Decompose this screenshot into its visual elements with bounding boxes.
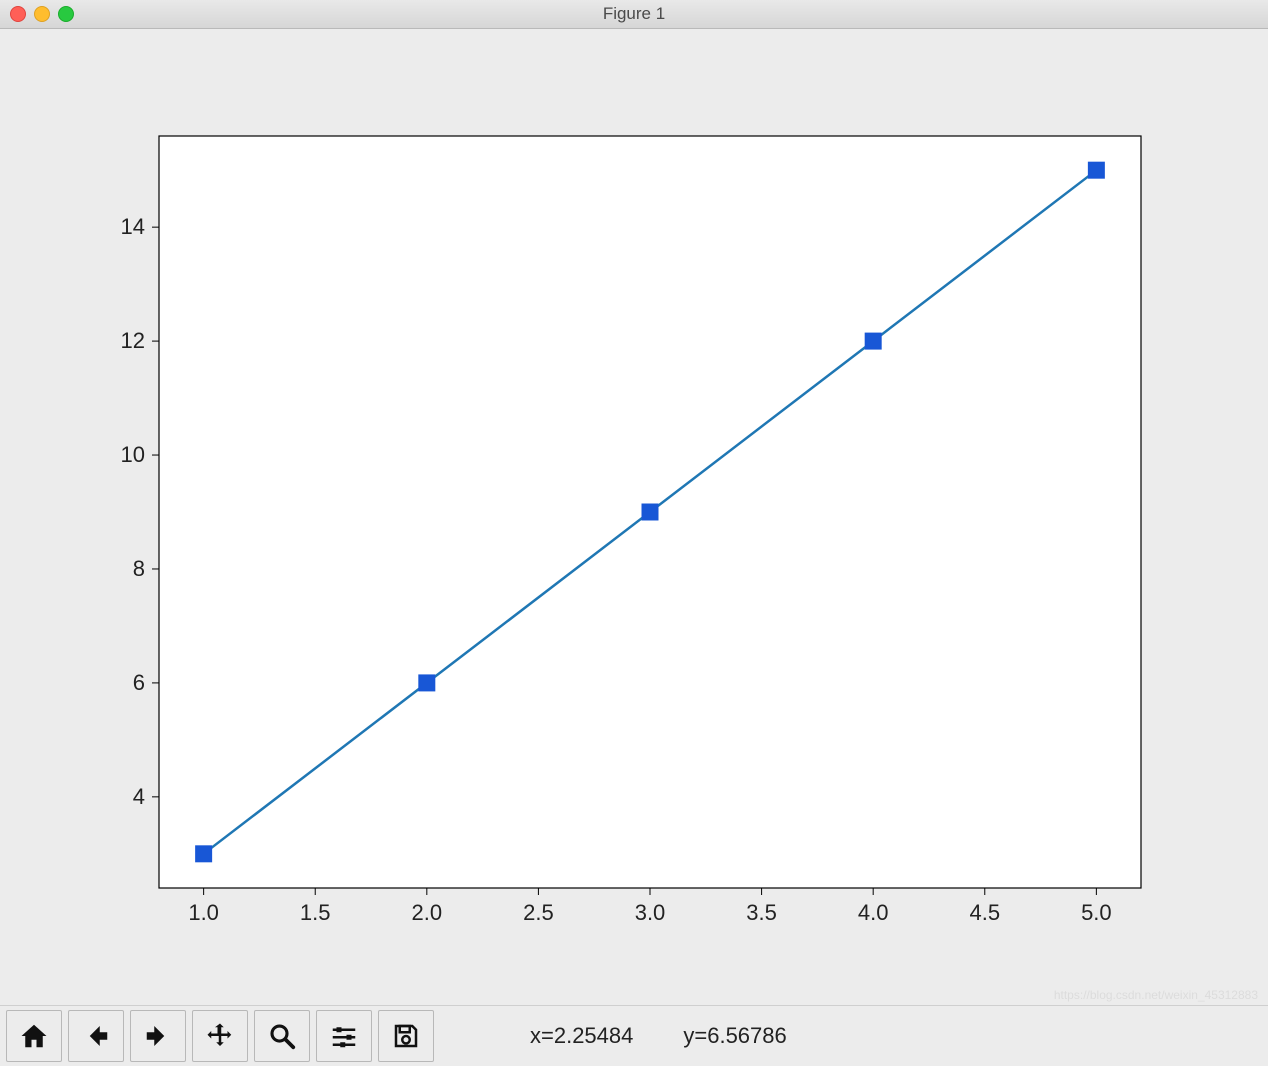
home-icon: [19, 1021, 49, 1051]
x-tick-label: 2.5: [523, 900, 554, 925]
y-tick-label: 6: [133, 670, 145, 695]
save-button[interactable]: [378, 1010, 434, 1062]
cursor-coordinates: x=2.25484 y=6.56786: [530, 1023, 787, 1049]
magnify-icon: [267, 1021, 297, 1051]
data-marker: [419, 675, 435, 691]
minimize-icon[interactable]: [34, 6, 50, 22]
x-tick-label: 3.5: [746, 900, 777, 925]
x-tick-label: 5.0: [1081, 900, 1112, 925]
figure-window: Figure 1 1.01.52.02.53.03.54.04.55.04681…: [0, 0, 1268, 1066]
data-marker: [1088, 162, 1104, 178]
cursor-x: x=2.25484: [530, 1023, 633, 1049]
x-tick-label: 1.5: [300, 900, 331, 925]
sliders-icon: [329, 1021, 359, 1051]
traffic-lights: [10, 6, 74, 22]
arrow-right-icon: [143, 1021, 173, 1051]
close-icon[interactable]: [10, 6, 26, 22]
zoom-window-icon[interactable]: [58, 6, 74, 22]
plot-area[interactable]: 1.0 1.5 2.0 2.5 3.0 3.5 4.0 4.5 5.0 4 6 8 10 12 14: [0, 29, 1268, 1005]
x-tick-label: 4.5: [969, 900, 1000, 925]
data-marker: [196, 846, 212, 862]
back-button[interactable]: [68, 1010, 124, 1062]
x-tick-label: 1.0: [188, 900, 219, 925]
y-tick-label: 12: [121, 328, 145, 353]
chart-canvas[interactable]: 1.0 1.5 2.0 2.5 3.0 3.5 4.0 4.5 5.0 4 6 8 10 12 14: [0, 29, 1268, 1005]
data-marker: [865, 333, 881, 349]
window-title: Figure 1: [603, 4, 665, 24]
titlebar: Figure 1: [0, 0, 1268, 29]
cursor-y: y=6.56786: [683, 1023, 786, 1049]
pan-button[interactable]: [192, 1010, 248, 1062]
x-tick-label: 4.0: [858, 900, 889, 925]
floppy-icon: [391, 1021, 421, 1051]
arrow-left-icon: [81, 1021, 111, 1051]
forward-button[interactable]: [130, 1010, 186, 1062]
data-marker: [642, 504, 658, 520]
y-tick-label: 8: [133, 556, 145, 581]
x-tick-label: 3.0: [635, 900, 666, 925]
x-tick-label: 2.0: [412, 900, 443, 925]
y-tick-label: 4: [133, 784, 145, 809]
zoom-button[interactable]: [254, 1010, 310, 1062]
y-tick-label: 14: [121, 214, 145, 239]
home-button[interactable]: [6, 1010, 62, 1062]
matplotlib-toolbar: x=2.25484 y=6.56786: [0, 1005, 1268, 1066]
move-icon: [205, 1021, 235, 1051]
configure-button[interactable]: [316, 1010, 372, 1062]
y-tick-label: 10: [121, 442, 145, 467]
